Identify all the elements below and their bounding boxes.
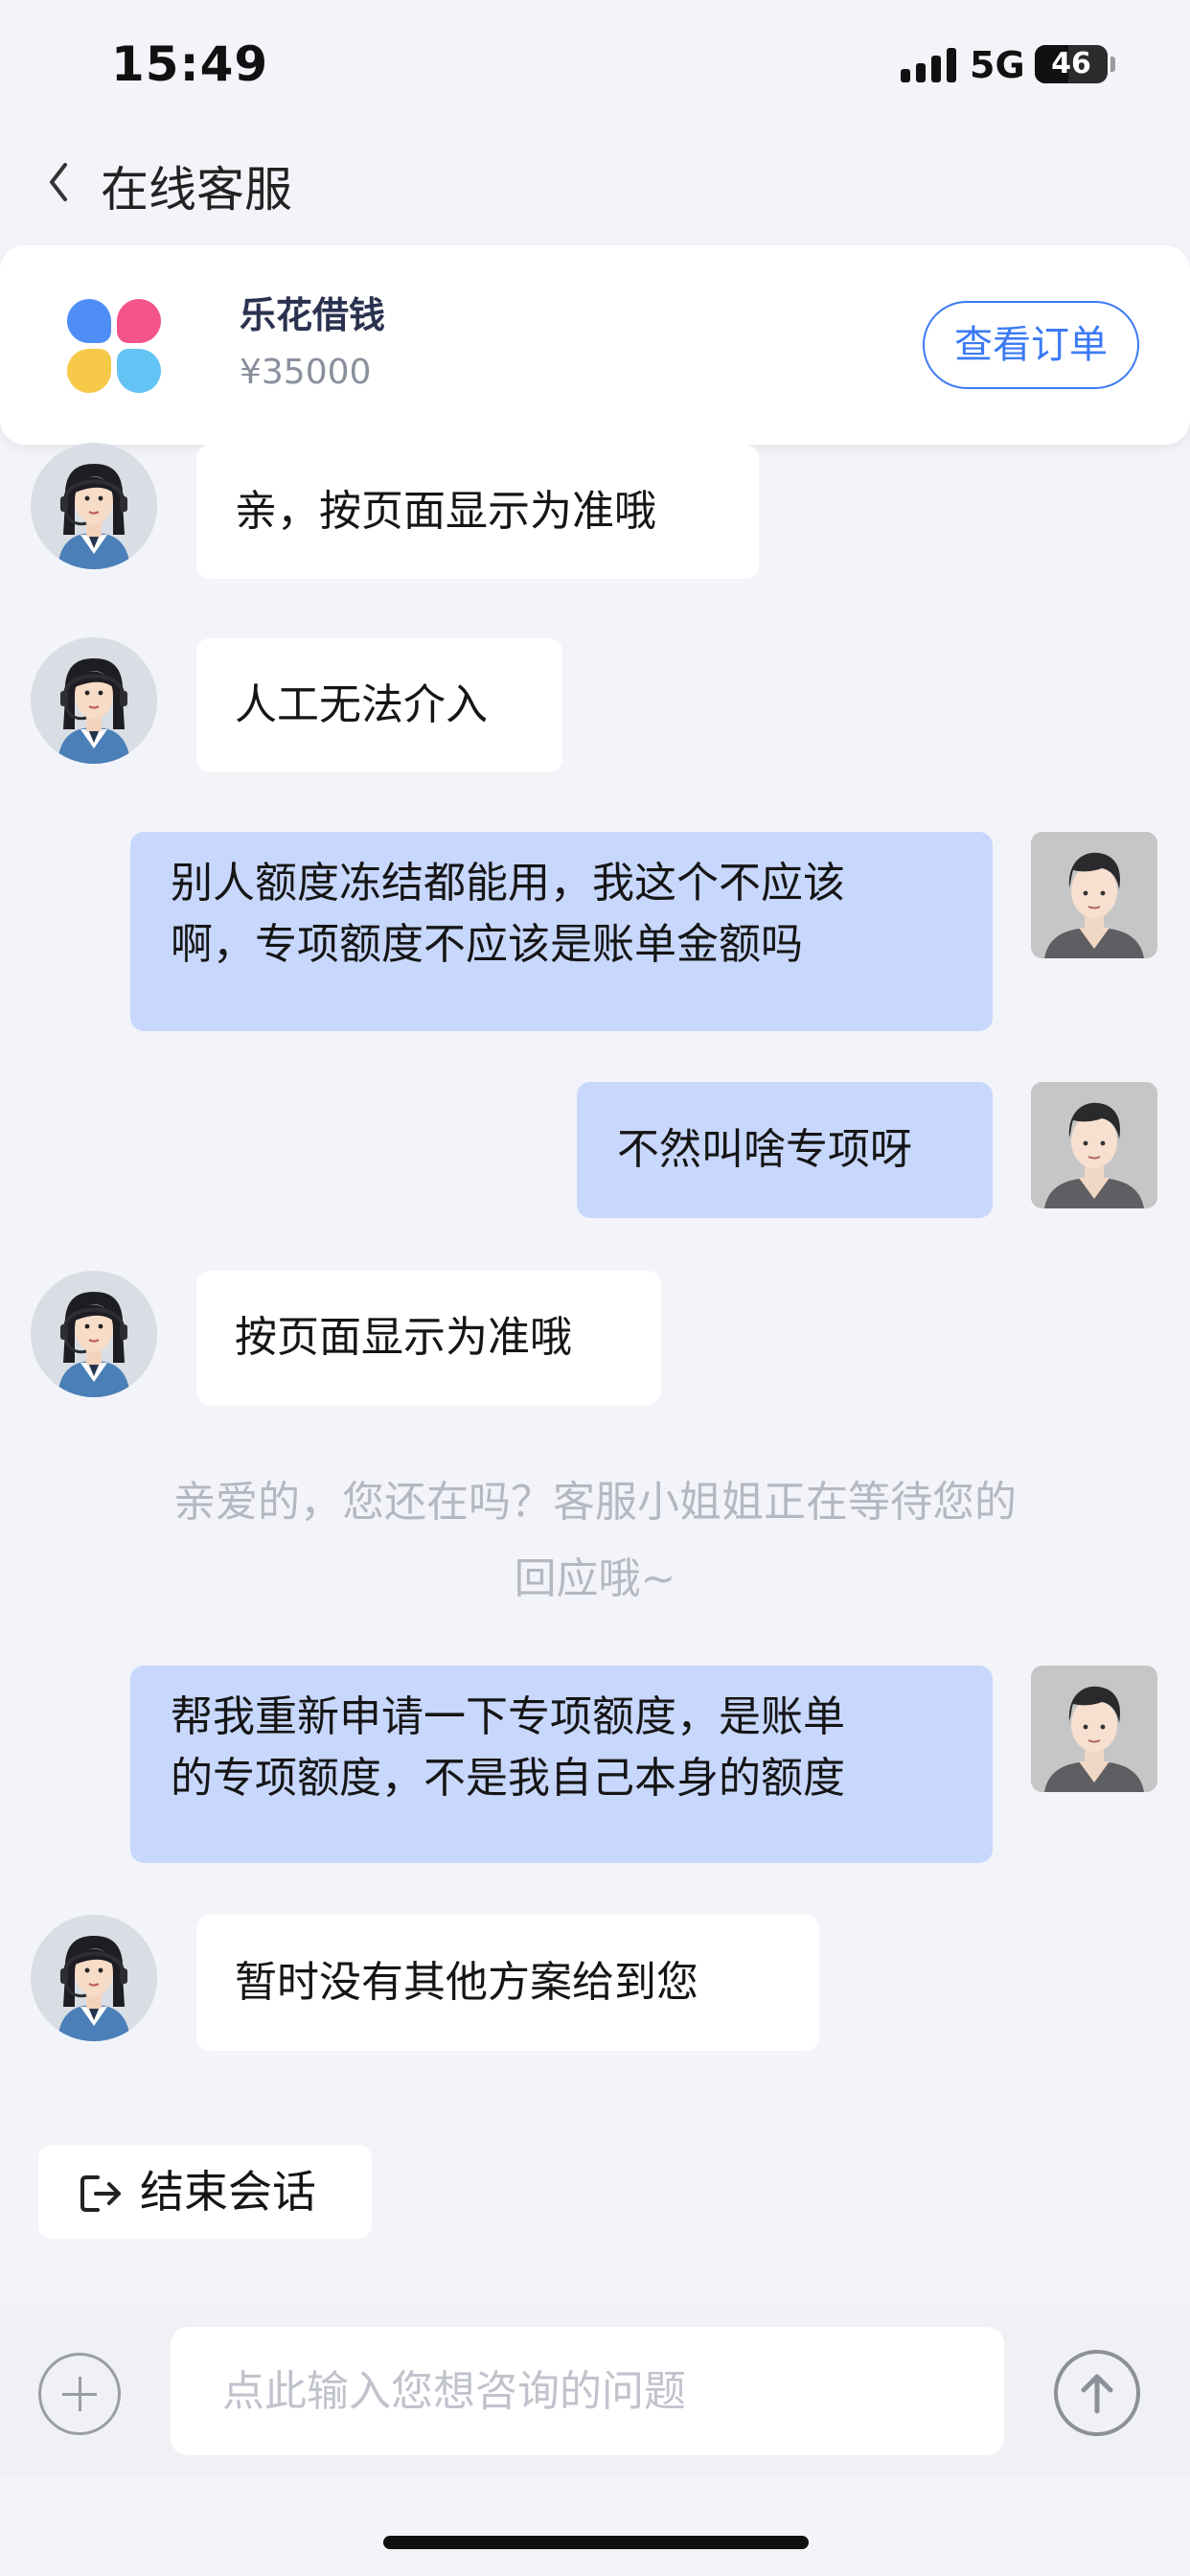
end-chat-label: 结束会话	[140, 2166, 316, 2218]
user-avatar	[1031, 1666, 1157, 1792]
chat-bubble: 按页面显示为准哦	[196, 1271, 661, 1405]
chevron-left-icon	[50, 163, 67, 201]
chat-bubble: 亲，按页面显示为准哦	[196, 445, 759, 579]
send-button[interactable]	[1054, 2350, 1140, 2436]
agent-avatar	[31, 443, 157, 569]
message-input[interactable]	[171, 2327, 1004, 2455]
plus-circle-icon[interactable]	[38, 2353, 121, 2435]
agent-avatar	[31, 1915, 157, 2041]
chat-bubble: 别人额度冻结都能用，我这个不应该 啊，专项额度不应该是账单金额吗	[130, 832, 993, 1031]
battery-percent: 46	[1051, 47, 1091, 80]
chat-bubble: 人工无法介入	[196, 638, 562, 772]
user-avatar	[1031, 1082, 1157, 1208]
product-name: 乐花借钱	[240, 294, 386, 336]
agent-avatar	[31, 1271, 157, 1397]
chat-bubble-line: 的专项额度，不是我自己本身的额度	[171, 1754, 845, 1803]
view-order-button[interactable]: 查看订单	[923, 301, 1139, 389]
status-time: 15:49	[111, 36, 269, 92]
user-avatar	[1031, 832, 1157, 958]
input-bar	[0, 2304, 1190, 2476]
product-card: 乐花借钱 ¥35000 查看订单	[0, 245, 1190, 445]
product-logo-icon	[67, 299, 161, 393]
chat-bubble: 不然叫啥专项呀	[577, 1082, 993, 1218]
chat-bubble: 暂时没有其他方案给到您	[196, 1915, 819, 2051]
back-button[interactable]	[38, 153, 77, 211]
exit-icon	[80, 2175, 121, 2212]
chat-bubble-line: 别人额度冻结都能用，我这个不应该	[171, 859, 845, 908]
chat-bubble: 帮我重新申请一下专项额度，是账单 的专项额度，不是我自己本身的额度	[130, 1666, 993, 1863]
page-title: 在线客服	[101, 162, 292, 218]
signal-icon	[901, 48, 958, 82]
system-reminder-line: 亲爱的，您还在吗？客服小姐姐正在等待您的	[173, 1478, 1017, 1527]
network-type: 5G	[970, 44, 1025, 86]
agent-avatar	[31, 637, 157, 764]
status-bar: 15:49 5G 46	[0, 0, 1190, 134]
battery-icon: 46	[1035, 45, 1108, 83]
home-indicator	[383, 2536, 809, 2549]
product-amount: ¥35000	[240, 353, 372, 392]
chat-bubble-line: 啊，专项额度不应该是账单金额吗	[171, 920, 803, 969]
system-reminder: 亲爱的，您还在吗？客服小姐姐正在等待您的 回应哦~	[77, 1464, 1113, 1618]
chat-bubble-line: 帮我重新申请一下专项额度，是账单	[171, 1692, 845, 1741]
battery-cap	[1110, 57, 1115, 72]
system-reminder-line: 回应哦~	[514, 1554, 676, 1603]
arrow-up-circle-icon	[1081, 2374, 1113, 2414]
end-chat-button[interactable]: 结束会话	[38, 2145, 372, 2239]
